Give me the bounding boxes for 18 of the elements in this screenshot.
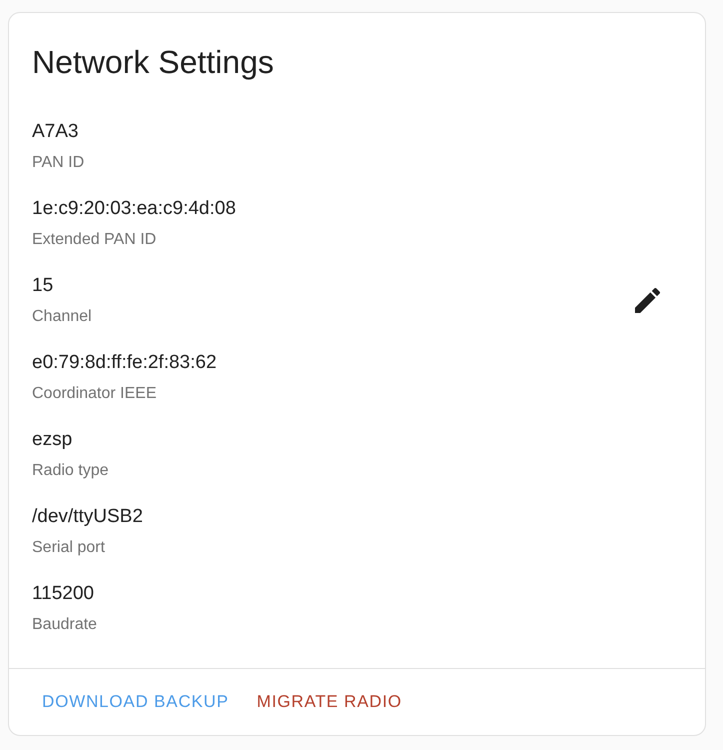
- field-label: Baudrate: [32, 615, 97, 635]
- field-label: Extended PAN ID: [32, 230, 156, 250]
- action-button[interactable]: MIGRATE RADIO: [248, 684, 410, 720]
- field-value: 15: [32, 274, 54, 298]
- field-value: A7A3: [32, 120, 78, 144]
- field-label: Serial port: [32, 538, 105, 558]
- field-value: e0:79:8d:ff:fe:2f:83:62: [32, 351, 217, 375]
- field-label: Channel: [32, 307, 92, 327]
- field-label: Coordinator IEEE: [32, 384, 157, 404]
- action-button[interactable]: DOWNLOAD BACKUP: [34, 684, 237, 720]
- field-value: 115200: [32, 582, 94, 606]
- field-label: Radio type: [32, 461, 108, 481]
- field-label: PAN ID: [32, 153, 84, 173]
- field-value: 1e:c9:20:03:ea:c9:4d:08: [32, 197, 236, 221]
- field-value: /dev/ttyUSB2: [32, 505, 143, 529]
- card-title: Network Settings: [32, 43, 274, 82]
- field-value: ezsp: [32, 428, 72, 452]
- pencil-icon: [635, 288, 660, 312]
